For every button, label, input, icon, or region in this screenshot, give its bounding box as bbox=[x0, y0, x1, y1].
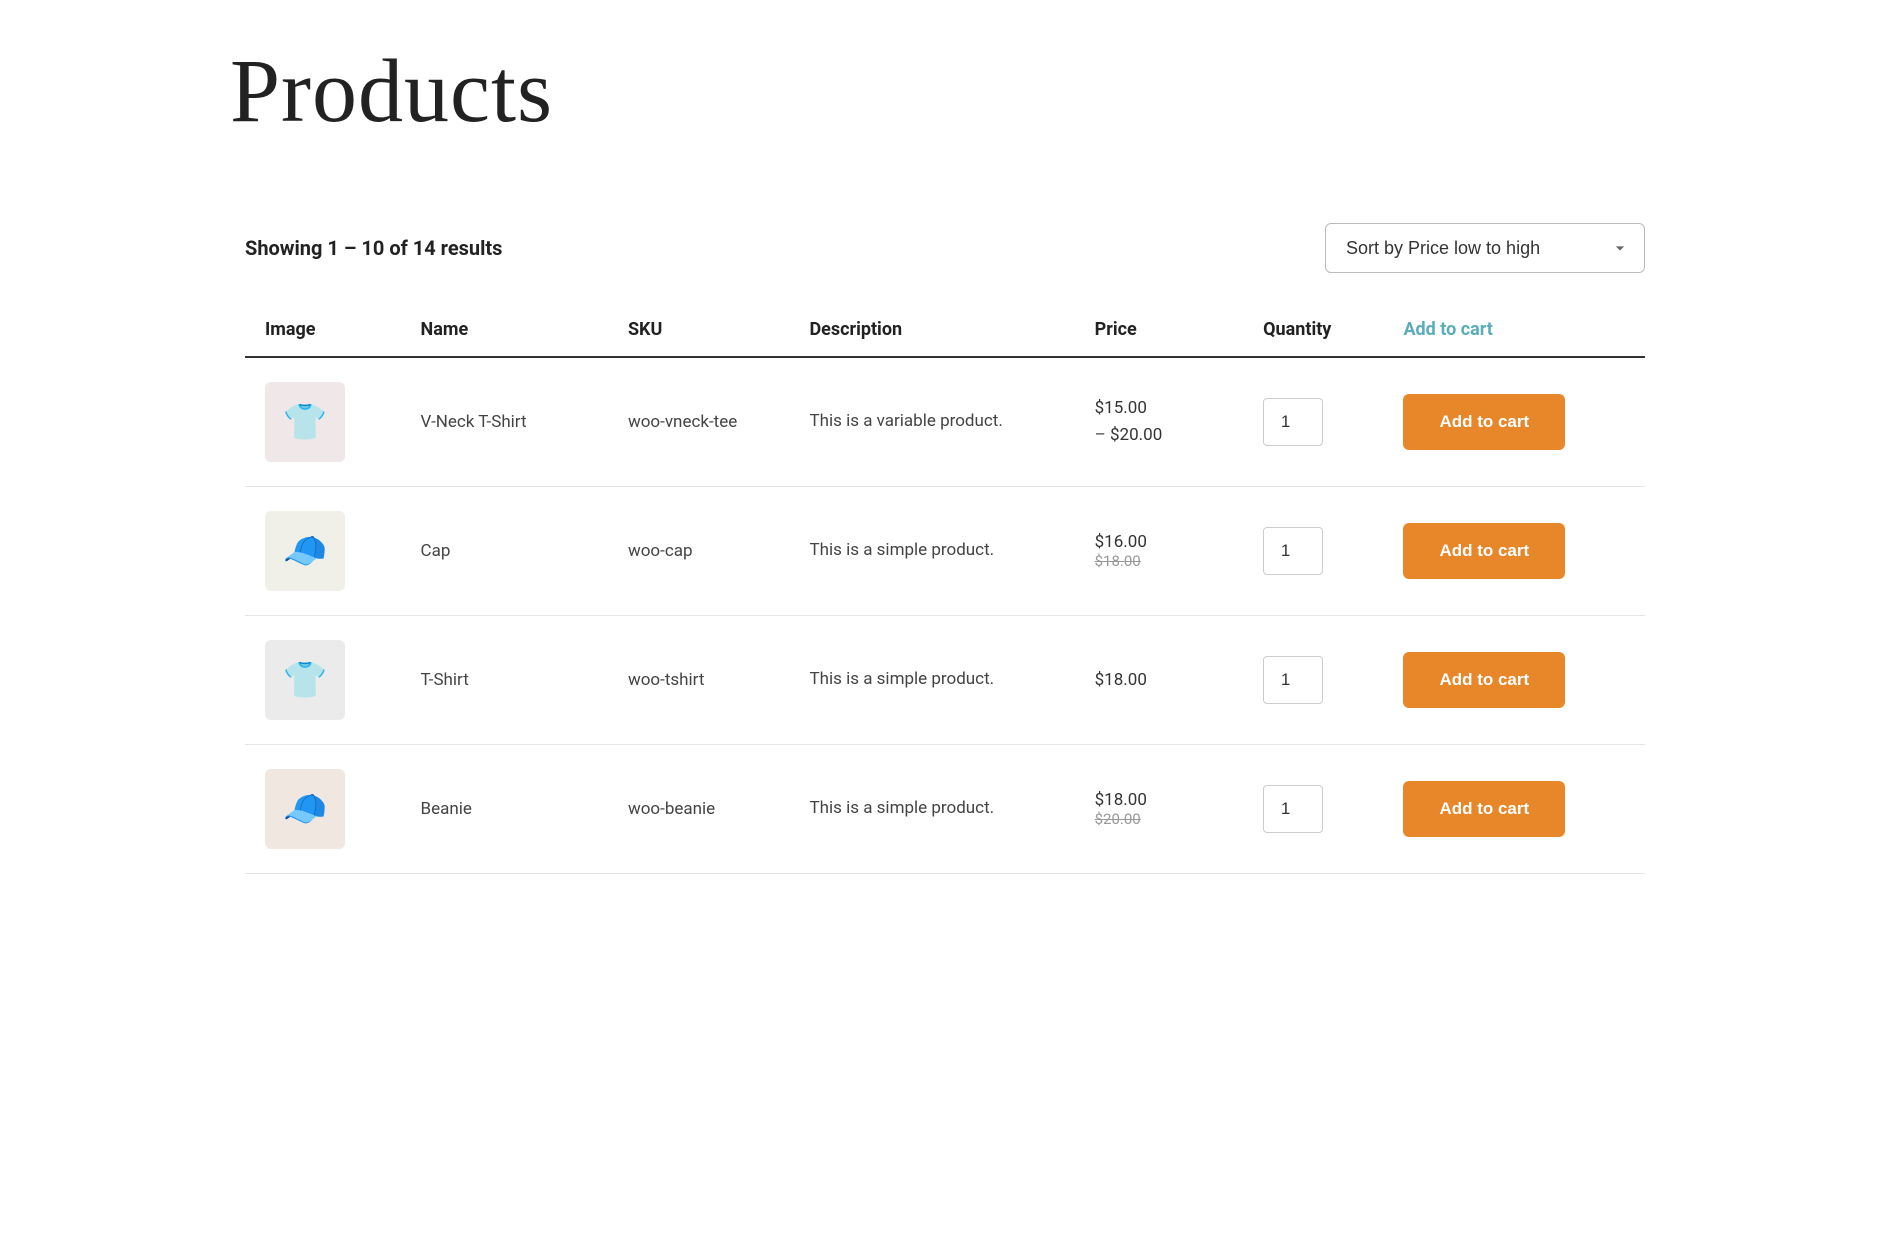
product-price: $18.00 bbox=[1075, 616, 1244, 745]
product-description: This is a simple product. bbox=[789, 487, 1074, 616]
price-separator: – bbox=[1095, 425, 1110, 445]
product-image-cell: 👕 bbox=[245, 616, 401, 745]
col-header-sku: SKU bbox=[608, 303, 789, 357]
table-header-row: Image Name SKU Description Price Quantit… bbox=[245, 303, 1645, 357]
table-row: 👕 V-Neck T-Shirtwoo-vneck-teeThis is a va… bbox=[245, 357, 1645, 487]
product-sku: woo-vneck-tee bbox=[608, 357, 789, 487]
quantity-cell bbox=[1243, 357, 1383, 487]
col-header-price: Price bbox=[1075, 303, 1244, 357]
table-row: 🧢 Beaniewoo-beanieThis is a simple produc… bbox=[245, 745, 1645, 874]
quantity-cell bbox=[1243, 487, 1383, 616]
product-sku: woo-beanie bbox=[608, 745, 789, 874]
product-price: $16.00$18.00 bbox=[1075, 487, 1244, 616]
product-image: 🧢 bbox=[265, 511, 345, 591]
price-current: $18.00 bbox=[1095, 670, 1147, 690]
product-price: $18.00$20.00 bbox=[1075, 745, 1244, 874]
product-image-cell: 🧢 bbox=[245, 745, 401, 874]
product-image-cell: 👕 bbox=[245, 357, 401, 487]
product-description: This is a variable product. bbox=[789, 357, 1074, 487]
col-header-description: Description bbox=[789, 303, 1074, 357]
add-to-cart-button[interactable]: Add to cart bbox=[1403, 781, 1565, 837]
price-old: $18.00 bbox=[1095, 552, 1224, 570]
product-price: $15.00 – $20.00 bbox=[1075, 357, 1244, 487]
price-max: $20.00 bbox=[1110, 425, 1162, 445]
price-current: $16.00 bbox=[1095, 532, 1147, 552]
results-count: Showing 1 – 10 of 14 results bbox=[245, 236, 502, 260]
toolbar: Showing 1 – 10 of 14 results Sort by Pri… bbox=[245, 203, 1645, 303]
quantity-input[interactable] bbox=[1263, 656, 1323, 704]
add-to-cart-cell: Add to cart bbox=[1383, 487, 1645, 616]
col-header-image: Image bbox=[245, 303, 401, 357]
price-current: $15.00 bbox=[1095, 398, 1147, 418]
product-sku: woo-cap bbox=[608, 487, 789, 616]
price-current: $18.00 bbox=[1095, 790, 1147, 810]
quantity-cell bbox=[1243, 616, 1383, 745]
sort-select[interactable]: Sort by Price low to high Default sortin… bbox=[1325, 223, 1645, 273]
quantity-input[interactable] bbox=[1263, 398, 1323, 446]
product-name: Cap bbox=[401, 487, 608, 616]
add-to-cart-button[interactable]: Add to cart bbox=[1403, 394, 1565, 450]
product-name: Beanie bbox=[401, 745, 608, 874]
col-header-name: Name bbox=[401, 303, 608, 357]
page-title: Products bbox=[80, 0, 1810, 203]
quantity-cell bbox=[1243, 745, 1383, 874]
add-to-cart-cell: Add to cart bbox=[1383, 745, 1645, 874]
add-to-cart-button[interactable]: Add to cart bbox=[1403, 523, 1565, 579]
product-image-cell: 🧢 bbox=[245, 487, 401, 616]
add-to-cart-cell: Add to cart bbox=[1383, 616, 1645, 745]
product-sku: woo-tshirt bbox=[608, 616, 789, 745]
product-description: This is a simple product. bbox=[789, 616, 1074, 745]
add-to-cart-button[interactable]: Add to cart bbox=[1403, 652, 1565, 708]
product-name: V-Neck T-Shirt bbox=[401, 357, 608, 487]
table-row: 🧢Capwoo-capThis is a simple product.$16.… bbox=[245, 487, 1645, 616]
product-image: 👕 bbox=[265, 382, 345, 462]
product-description: This is a simple product. bbox=[789, 745, 1074, 874]
col-header-quantity: Quantity bbox=[1243, 303, 1383, 357]
table-row: 👕 T-Shirtwoo-tshirtThis is a simple produ… bbox=[245, 616, 1645, 745]
price-old: $20.00 bbox=[1095, 810, 1224, 828]
product-image: 👕 bbox=[265, 640, 345, 720]
product-image: 🧢 bbox=[265, 769, 345, 849]
col-header-addtocart: Add to cart bbox=[1383, 303, 1645, 357]
product-name: T-Shirt bbox=[401, 616, 608, 745]
add-to-cart-cell: Add to cart bbox=[1383, 357, 1645, 487]
products-table: Image Name SKU Description Price Quantit… bbox=[245, 303, 1645, 874]
quantity-input[interactable] bbox=[1263, 785, 1323, 833]
quantity-input[interactable] bbox=[1263, 527, 1323, 575]
